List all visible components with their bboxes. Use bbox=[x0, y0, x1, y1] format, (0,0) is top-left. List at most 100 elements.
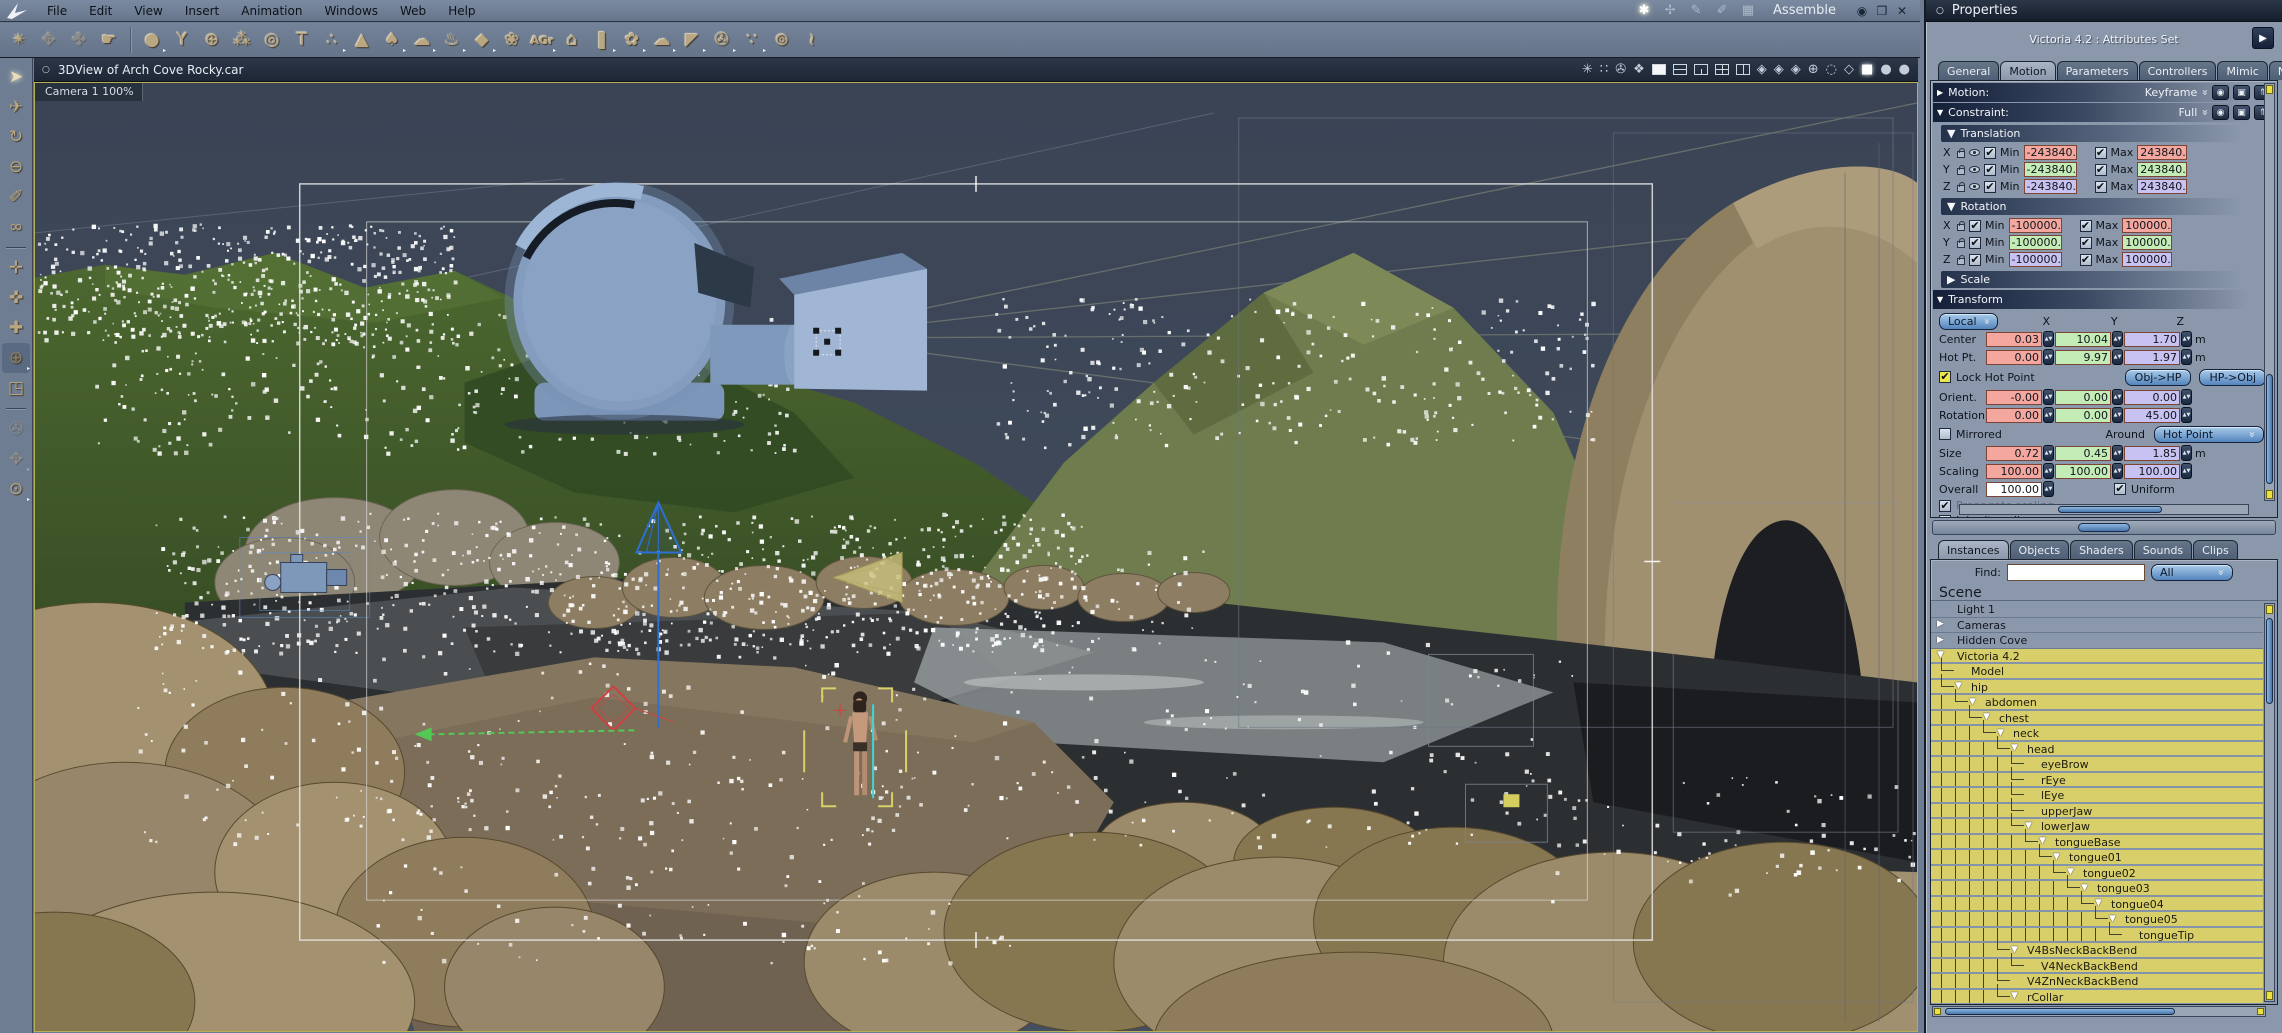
min-checkbox[interactable]: ✔ bbox=[1984, 163, 1996, 176]
stepper[interactable]: ▲▼ bbox=[2181, 407, 2192, 423]
textured-sphere-icon[interactable]: ● bbox=[1899, 63, 1910, 76]
render-preview-tool[interactable]: ✇ bbox=[2, 414, 30, 444]
tree-item-light-1[interactable]: Light 1 bbox=[1931, 602, 2263, 618]
tree-item-hidden-cove[interactable]: ▶ Hidden Cove bbox=[1931, 633, 2263, 649]
tab-instances[interactable]: Instances bbox=[1938, 540, 2009, 559]
value-field[interactable]: 1.85 bbox=[2124, 445, 2180, 461]
node-display-icon[interactable]: ∷ bbox=[1600, 63, 1608, 76]
viewport-title-bar[interactable]: ○ 3DView of Arch Cove Rocky.car ✳ ∷ ✇ ❖ ◈ ◈ ◈ ⊕… bbox=[34, 58, 1918, 82]
menu-animation[interactable]: Animation bbox=[230, 2, 313, 20]
camera-up-icon[interactable]: ⊕ bbox=[1808, 63, 1819, 76]
tree-item-v4bsneckbackbend[interactable]: ▼ V4BsNeckBackBend bbox=[1931, 937, 2263, 959]
move-xz-tool[interactable]: ✜ bbox=[2, 283, 30, 313]
layout-corner-icon[interactable] bbox=[1735, 64, 1750, 75]
max-field[interactable]: 243840.00 bbox=[2137, 145, 2188, 160]
particle-emitter[interactable]: ∴ ▸ bbox=[317, 26, 347, 54]
max-checkbox[interactable]: ✔ bbox=[2079, 253, 2092, 266]
shield-smooth-icon[interactable]: ◈ bbox=[1791, 63, 1801, 76]
min-field[interactable]: -100000.0 bbox=[2008, 218, 2062, 233]
value-field[interactable]: 0.00 bbox=[2055, 389, 2111, 405]
eyedropper-tool[interactable]: ✐ bbox=[2, 182, 30, 212]
zoom-view-tool[interactable]: ⊙ ▸ bbox=[2, 474, 30, 504]
tweener-icon[interactable]: ◉ bbox=[2212, 105, 2229, 120]
lock-icon[interactable] bbox=[1957, 254, 1965, 265]
value-field[interactable]: 0.00 bbox=[2055, 407, 2111, 423]
camera-display-icon[interactable]: ✇ bbox=[1615, 63, 1626, 76]
attributes-horizontal-scrollbar[interactable] bbox=[1959, 504, 2249, 515]
stepper[interactable]: ▲▼ bbox=[2043, 407, 2054, 423]
hp-to-obj-button[interactable]: HP->Obj bbox=[2199, 368, 2266, 386]
stepper[interactable]: ▲▼ bbox=[2043, 331, 2054, 347]
motion-section-bar[interactable]: ▶ Motion: Keyframe « ◉ ▣ ⇑ bbox=[1933, 83, 2275, 102]
max-checkbox[interactable]: ✔ bbox=[2094, 146, 2107, 159]
tab-clips[interactable]: Clips bbox=[2193, 540, 2238, 559]
tree-item-head[interactable]: ▼ head bbox=[1931, 735, 2263, 757]
save-preset-icon[interactable]: ▣ bbox=[2233, 105, 2250, 120]
save-preset-icon[interactable]: ▣ bbox=[2233, 85, 2250, 100]
stepper[interactable]: ▲▼ bbox=[2043, 349, 2054, 365]
tree-item-reye[interactable]: rEye bbox=[1931, 766, 2263, 788]
collapse-arrow-icon[interactable]: ▼ bbox=[1937, 295, 1943, 304]
spotlight-object[interactable]: ◤ ▸ bbox=[677, 26, 707, 54]
min-field[interactable]: -243840.0 bbox=[2023, 145, 2077, 160]
bone-object[interactable]: ≀ bbox=[797, 26, 827, 54]
move-3d-tool[interactable]: ✈ bbox=[2, 92, 30, 122]
text-object[interactable]: T bbox=[287, 26, 317, 54]
stepper[interactable]: ▲▼ bbox=[2112, 445, 2123, 461]
stepper[interactable]: ▲▼ bbox=[2112, 331, 2123, 347]
tree-object[interactable]: ♠ ▸ bbox=[377, 26, 407, 54]
value-field[interactable]: -0.00 bbox=[1986, 389, 2042, 405]
pan-view-tool[interactable]: ✥ ▸ bbox=[2, 444, 30, 474]
value-field[interactable]: 100.00 bbox=[2124, 463, 2180, 479]
layout-quad-icon[interactable] bbox=[1714, 64, 1729, 75]
tree-item-tonguetip[interactable]: tongueTip bbox=[1931, 921, 2263, 943]
collapse-arrow-icon[interactable]: ▼ bbox=[1947, 127, 1955, 140]
rotation-section-bar[interactable]: ▼ Rotation bbox=[1941, 198, 2241, 215]
wire-cube-icon[interactable]: ◇ bbox=[1844, 63, 1854, 76]
min-field[interactable]: -243840.0 bbox=[2023, 162, 2077, 177]
capsule-object[interactable]: ❚ ▸ bbox=[587, 26, 617, 54]
tab-objects[interactable]: Objects bbox=[2009, 540, 2070, 559]
lock-icon[interactable] bbox=[1957, 164, 1965, 175]
move-xy-tool[interactable]: ✛ bbox=[2, 253, 30, 283]
sphere-primitive[interactable]: ● ▸ bbox=[137, 26, 167, 54]
max-field[interactable]: 243840.00 bbox=[2137, 179, 2188, 194]
lock-hot-point-checkbox[interactable]: ✔ bbox=[1939, 371, 1951, 383]
gouraud-sphere-icon[interactable]: ● bbox=[1880, 63, 1891, 76]
tab-motion[interactable]: Motion bbox=[2000, 61, 2056, 80]
collapse-arrow-icon[interactable]: ▶ bbox=[1937, 88, 1943, 97]
max-field[interactable]: 243840.00 bbox=[2137, 162, 2188, 177]
menu-web[interactable]: Web bbox=[389, 2, 437, 20]
stepper[interactable]: ▲▼ bbox=[2043, 463, 2054, 479]
max-field[interactable]: 100000.00 bbox=[2122, 218, 2173, 233]
link-tool[interactable]: ∞ bbox=[2, 212, 30, 242]
trackball-tool[interactable]: ⊕ ▸ bbox=[2, 343, 30, 373]
render-room-icon[interactable]: ▦ bbox=[1737, 3, 1759, 18]
stepper[interactable]: ▲▼ bbox=[2112, 463, 2123, 479]
value-field[interactable]: 10.04 bbox=[2055, 331, 2111, 347]
transform-section-bar[interactable]: ▼ Transform bbox=[1933, 290, 2275, 309]
tree-item-eyebrow[interactable]: eyeBrow bbox=[1931, 751, 2263, 773]
cone-ring-object[interactable]: ◎ bbox=[257, 26, 287, 54]
value-field[interactable]: 0.00 bbox=[2124, 389, 2180, 405]
stepper[interactable]: ▲▼ bbox=[2181, 331, 2192, 347]
tab-controllers[interactable]: Controllers bbox=[2138, 61, 2217, 80]
wrench-tool[interactable]: ✤ bbox=[64, 26, 94, 54]
value-field[interactable]: 100.00 bbox=[2055, 463, 2111, 479]
around-dropdown[interactable]: Hot Point « bbox=[2154, 425, 2264, 443]
stepper[interactable]: ▲▼ bbox=[2181, 445, 2192, 461]
tree-item-neck[interactable]: ▼ neck bbox=[1931, 720, 2263, 742]
tab-shaders[interactable]: Shaders bbox=[2070, 540, 2133, 559]
stepper[interactable]: ▲▼ bbox=[2043, 389, 2054, 405]
tree-item-rcollar[interactable]: ▼ rCollar bbox=[1931, 983, 2263, 1004]
tree-item-tongue03[interactable]: ▼ tongue03 bbox=[1931, 875, 2263, 897]
tree-item-model[interactable]: Model bbox=[1931, 658, 2263, 680]
collapse-arrow-icon[interactable]: ▼ bbox=[1937, 108, 1943, 117]
tree-item-v4znneckbackbend[interactable]: V4ZnNeckBackBend bbox=[1931, 968, 2263, 990]
min-checkbox[interactable]: ✔ bbox=[1969, 236, 1981, 249]
divider-handle-icon[interactable] bbox=[2078, 523, 2130, 532]
particle-display-icon[interactable]: ✳ bbox=[1582, 63, 1593, 76]
lock-icon[interactable] bbox=[1957, 237, 1965, 248]
tree-arrow-icon[interactable]: ▼ bbox=[2011, 991, 2018, 1001]
min-field[interactable]: -243840.0 bbox=[2023, 179, 2077, 194]
